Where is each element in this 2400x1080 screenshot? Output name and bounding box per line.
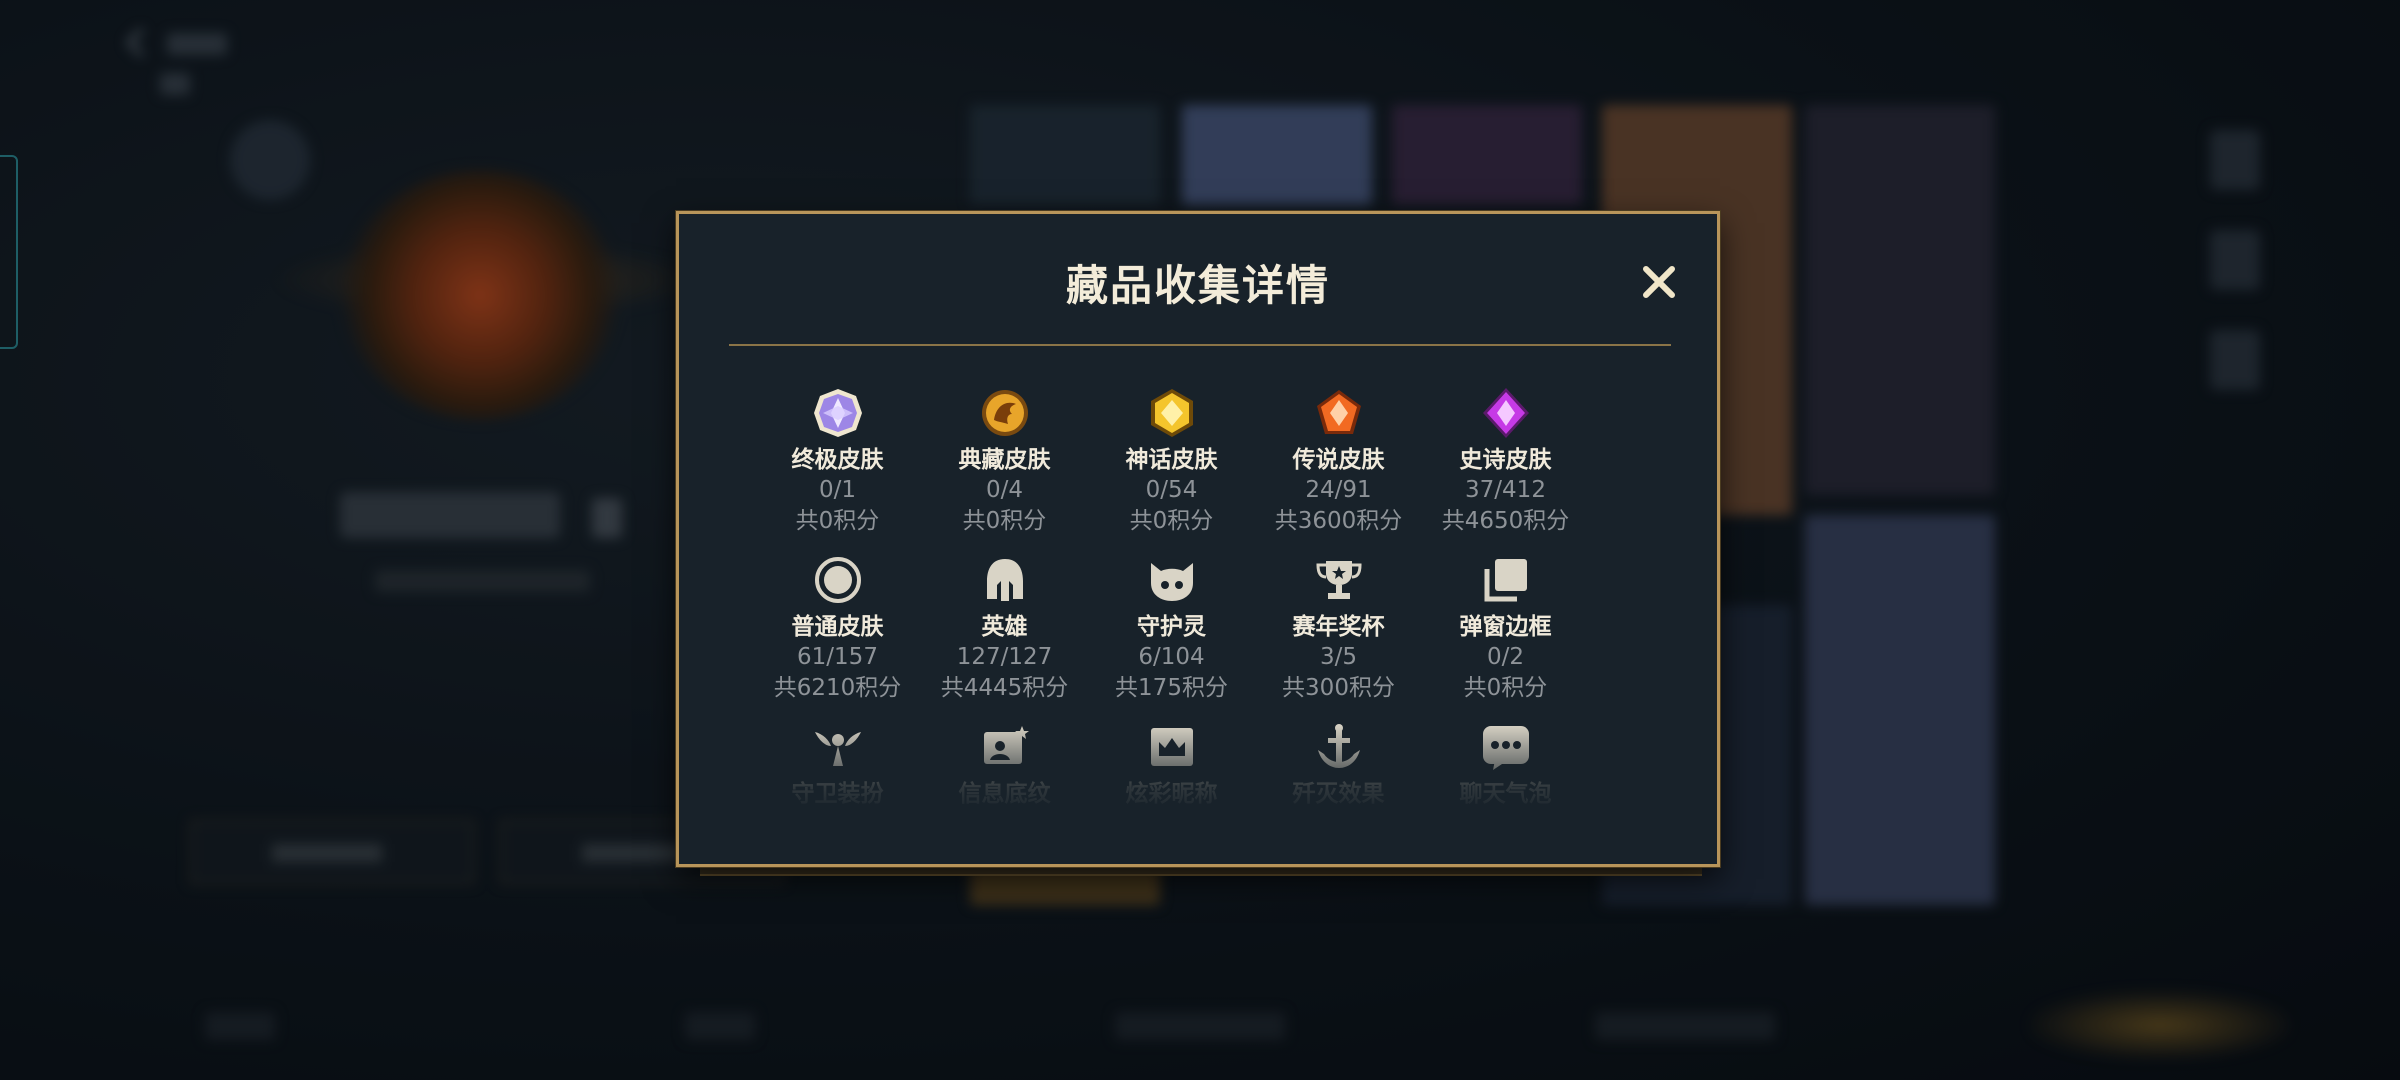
ultimate-skin-icon xyxy=(811,386,865,440)
category-name: 普通皮肤 xyxy=(791,614,884,640)
mythic-skin-icon xyxy=(1145,386,1199,440)
category-name: 典藏皮肤 xyxy=(958,447,1051,473)
category-name: 终极皮肤 xyxy=(791,447,884,473)
category-name: 歼灭效果 xyxy=(1292,781,1385,804)
category-points: 共0积分 xyxy=(1129,508,1214,534)
chat-bubble-icon xyxy=(1479,720,1533,774)
hero-helmet-icon xyxy=(978,553,1032,607)
category-points: 共0积分 xyxy=(1463,675,1548,701)
category-points: 共300积分 xyxy=(1282,675,1395,701)
category-count: 127/127 xyxy=(956,644,1053,670)
category-count: 61/157 xyxy=(797,644,878,670)
category-points: 共175积分 xyxy=(1115,675,1228,701)
category-count: 24/91 xyxy=(1305,477,1372,503)
collection-grid: 终极皮肤 0/1 共0积分 典藏皮肤 0/4 共0积分 神话皮肤 0/54 共0积分 传说皮… xyxy=(754,374,1589,804)
category-points: 共0积分 xyxy=(962,508,1047,534)
collection-category[interactable]: 炫彩昵称 xyxy=(1088,708,1255,804)
collection-category[interactable]: 传说皮肤 24/91 共3600积分 xyxy=(1255,374,1422,541)
season-trophy-icon xyxy=(1312,553,1366,607)
collection-category[interactable]: 典藏皮肤 0/4 共0积分 xyxy=(921,374,1088,541)
category-name: 守护灵 xyxy=(1137,614,1206,640)
info-background-icon xyxy=(978,720,1032,774)
category-count: 0/2 xyxy=(1486,644,1524,670)
category-name: 信息底纹 xyxy=(958,781,1051,804)
collection-category[interactable]: 弹窗边框 0/2 共0积分 xyxy=(1422,541,1589,708)
collection-category[interactable]: 普通皮肤 61/157 共6210积分 xyxy=(754,541,921,708)
category-count: 0/54 xyxy=(1145,477,1198,503)
category-points: 共4445积分 xyxy=(940,675,1069,701)
category-count: 6/104 xyxy=(1138,644,1205,670)
category-name: 英雄 xyxy=(981,614,1028,640)
guardian-outfit-icon xyxy=(811,720,865,774)
category-name: 弹窗边框 xyxy=(1459,614,1552,640)
category-points: 共0积分 xyxy=(795,508,880,534)
kill-effect-icon xyxy=(1312,720,1366,774)
category-name: 神话皮肤 xyxy=(1125,447,1218,473)
category-points: 共3600积分 xyxy=(1274,508,1403,534)
colorful-nickname-icon xyxy=(1145,720,1199,774)
title-divider xyxy=(729,344,1671,346)
category-count: 0/1 xyxy=(818,477,856,503)
category-name: 赛年奖杯 xyxy=(1292,614,1385,640)
collection-category[interactable]: 守卫装扮 xyxy=(754,708,921,804)
dialog-title: 藏品收集详情 xyxy=(1065,261,1330,310)
collection-category[interactable]: 神话皮肤 0/54 共0积分 xyxy=(1088,374,1255,541)
category-name: 史诗皮肤 xyxy=(1459,447,1552,473)
collection-category[interactable]: 赛年奖杯 3/5 共300积分 xyxy=(1255,541,1422,708)
category-count: 3/5 xyxy=(1319,644,1357,670)
category-points: 共6210积分 xyxy=(773,675,902,701)
legendary-skin-icon xyxy=(1312,386,1366,440)
popup-frame-icon xyxy=(1479,553,1533,607)
category-points: 共4650积分 xyxy=(1441,508,1570,534)
collection-category[interactable]: 信息底纹 xyxy=(921,708,1088,804)
category-count: 37/412 xyxy=(1465,477,1546,503)
category-name: 守卫装扮 xyxy=(791,781,884,804)
collection-category[interactable]: 终极皮肤 0/1 共0积分 xyxy=(754,374,921,541)
collection-category[interactable]: 歼灭效果 xyxy=(1255,708,1422,804)
normal-skin-icon xyxy=(811,553,865,607)
collection-category[interactable]: 史诗皮肤 37/412 共4650积分 xyxy=(1422,374,1589,541)
collection-category[interactable]: 聊天气泡 xyxy=(1422,708,1589,804)
epic-skin-icon xyxy=(1479,386,1533,440)
category-name: 传说皮肤 xyxy=(1292,447,1385,473)
category-count: 0/4 xyxy=(985,477,1023,503)
collector-skin-icon xyxy=(978,386,1032,440)
close-icon[interactable] xyxy=(1637,260,1681,304)
category-name: 聊天气泡 xyxy=(1459,781,1552,804)
collection-category[interactable]: 守护灵 6/104 共175积分 xyxy=(1088,541,1255,708)
collection-details-dialog: 藏品收集详情 终极皮肤 0/1 共0积分 典藏皮肤 0/4 共0积分 神话皮肤 0/54 共… xyxy=(676,211,1720,867)
collection-category[interactable]: 英雄 127/127 共4445积分 xyxy=(921,541,1088,708)
guardian-spirit-icon xyxy=(1145,553,1199,607)
category-name: 炫彩昵称 xyxy=(1125,781,1218,804)
